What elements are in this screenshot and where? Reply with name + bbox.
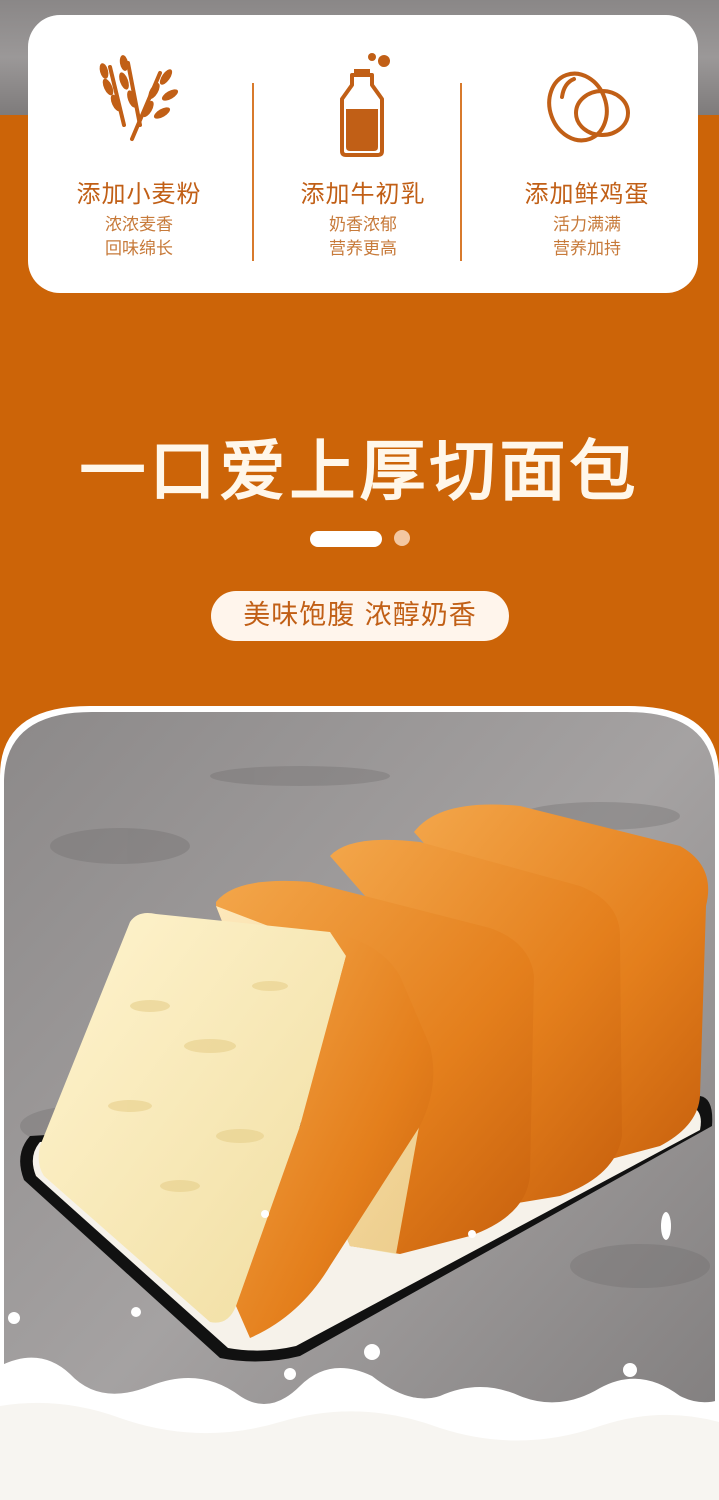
feature-title: 添加小麦粉 (76, 180, 202, 208)
pager-indicator-dot (394, 530, 410, 546)
feature-description: 奶香浓郁 (329, 215, 397, 235)
wheat-icon (99, 55, 179, 141)
feature-wheat-flour: 添加小麦粉 浓浓麦香 回味绵长 (28, 15, 250, 293)
feature-card: 添加小麦粉 浓浓麦香 回味绵长 添加牛初乳 奶香浓郁 营养更高 添加鲜鸡蛋 活力… (28, 15, 698, 293)
feature-title: 添加鲜鸡蛋 (524, 180, 650, 208)
feature-title: 添加牛初乳 (300, 180, 426, 208)
feature-description: 回味绵长 (105, 239, 173, 259)
product-photo (0, 706, 719, 1500)
milk-bottle-icon (340, 53, 390, 157)
feature-description: 营养更高 (329, 239, 397, 259)
feature-description: 营养加持 (553, 239, 621, 259)
headline: 一口爱上厚切面包 (79, 432, 640, 510)
feature-description: 浓浓麦香 (105, 215, 173, 235)
pager-indicator-active (310, 531, 382, 547)
egg-icon (547, 71, 630, 143)
divider (460, 83, 462, 261)
tagline-badge: 美味饱腹 浓醇奶香 (211, 591, 509, 641)
feature-colostrum: 添加牛初乳 奶香浓郁 营养更高 (252, 15, 474, 293)
feature-fresh-egg: 添加鲜鸡蛋 活力满满 营养加持 (476, 15, 698, 293)
feature-description: 活力满满 (553, 215, 621, 235)
